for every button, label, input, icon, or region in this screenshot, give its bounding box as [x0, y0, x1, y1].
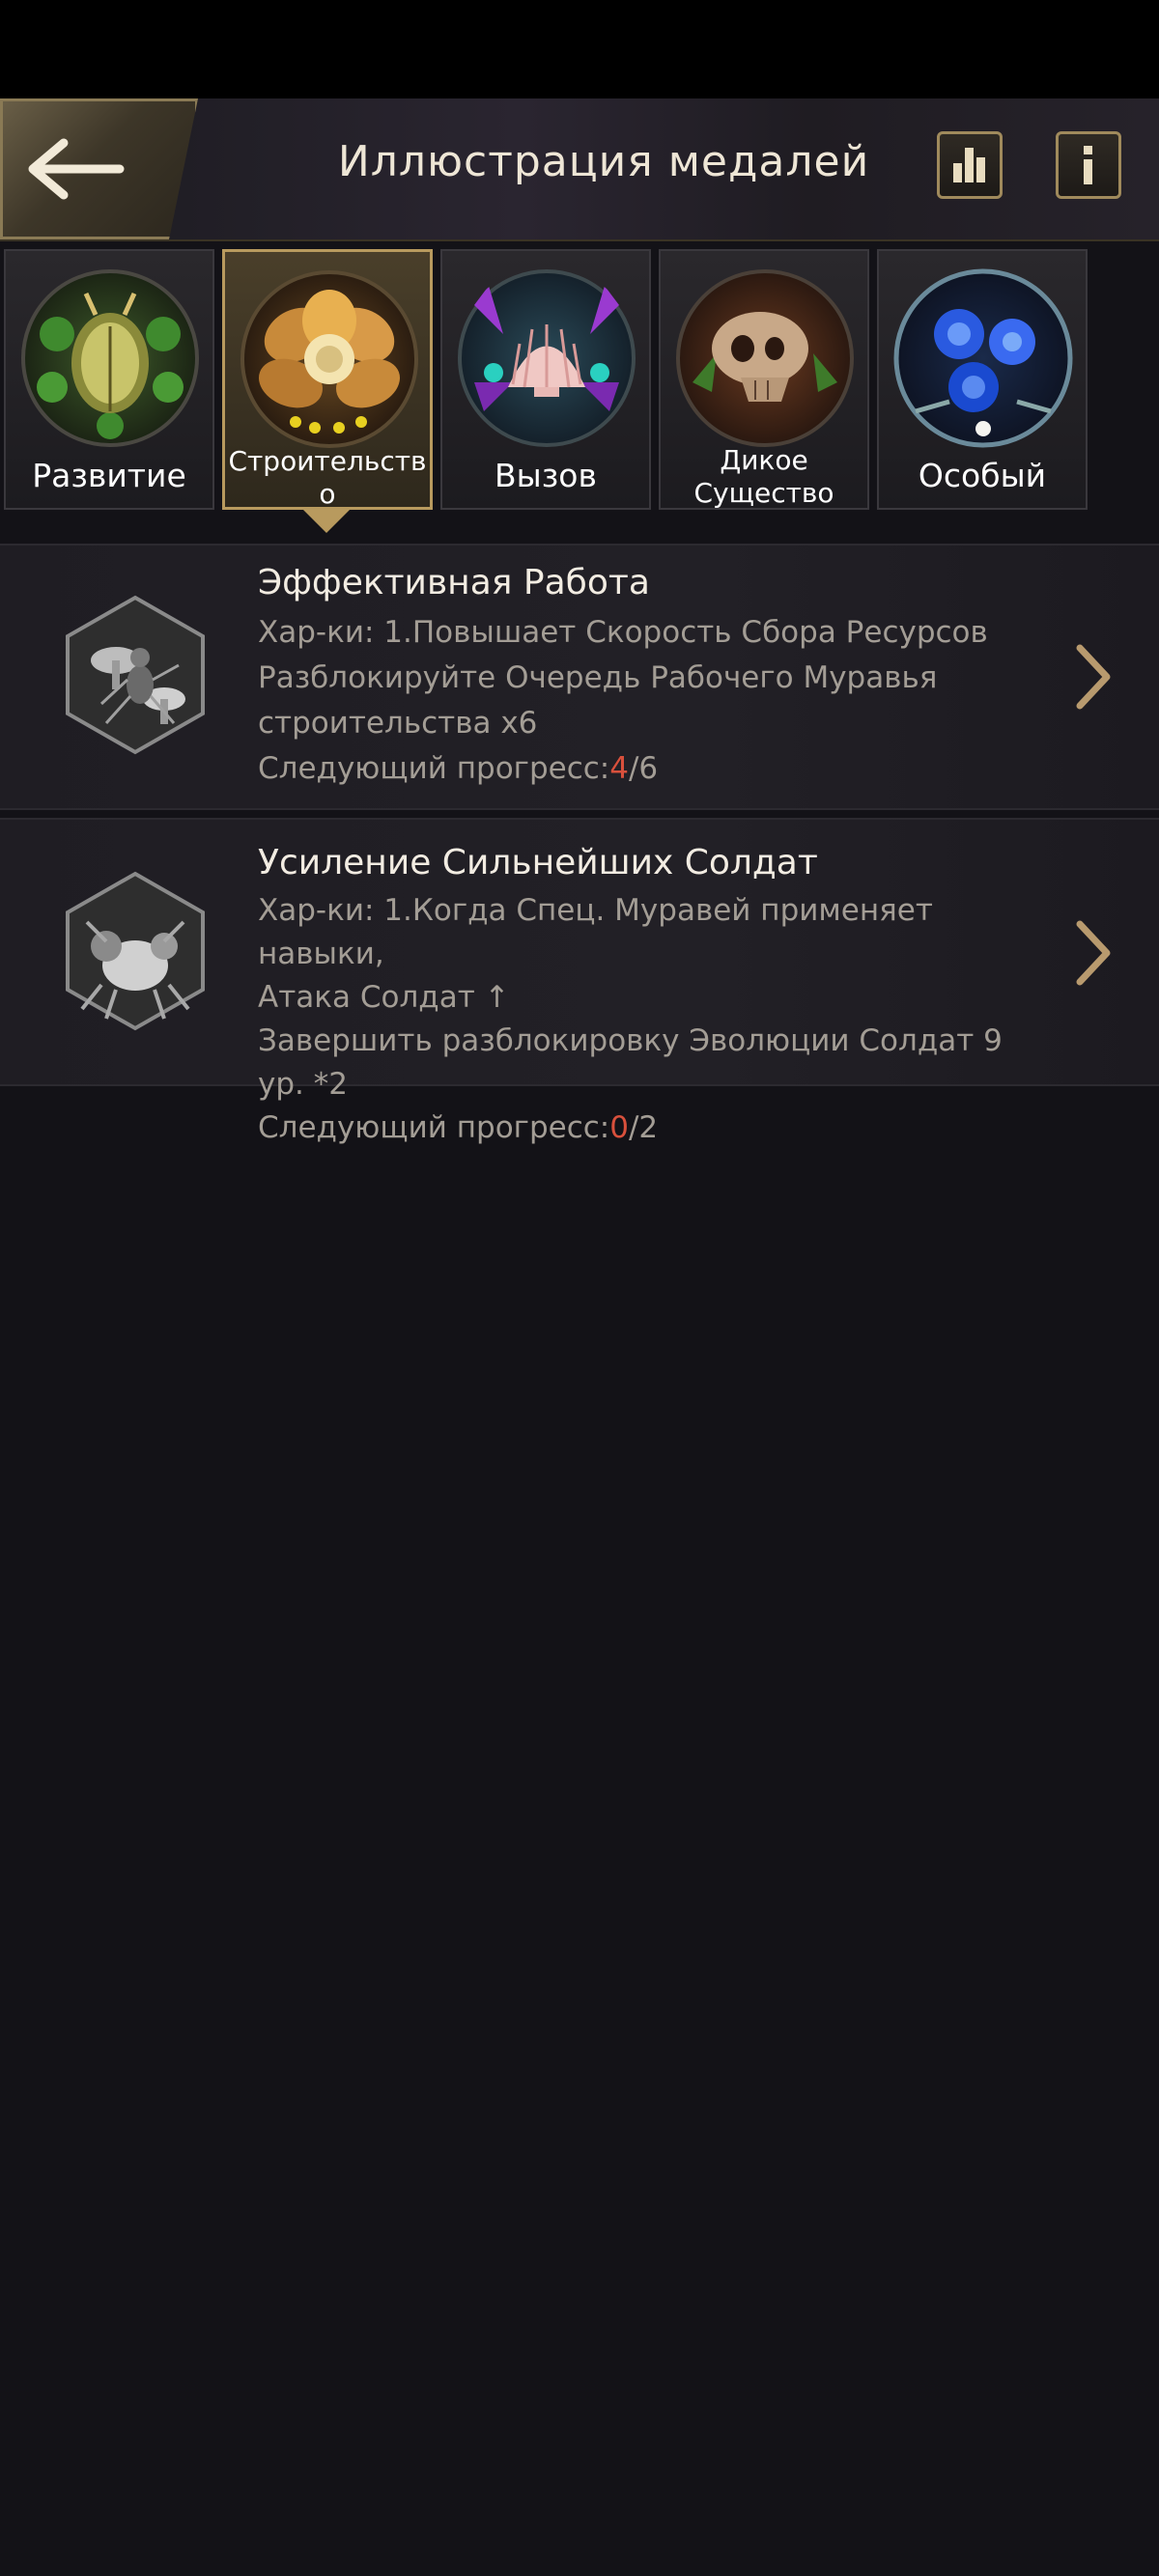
tab-label: Вызов: [495, 457, 597, 494]
progress-line: Следующий прогресс:0/2: [258, 1106, 1031, 1150]
medal-card[interactable]: Эффективная Работа Хар-ки: 1.Повышает Ск…: [0, 544, 1159, 810]
tab-challenge[interactable]: Вызов: [440, 249, 651, 510]
ranking-button[interactable]: [937, 131, 1003, 199]
tab-label-line-1: Строительств: [228, 445, 427, 477]
blue-rose-emblem-icon: [893, 268, 1073, 448]
arrow-left-icon: [28, 138, 125, 200]
golden-flower-emblem-icon: [240, 270, 418, 448]
medal-description: Хар-ки: 1.Когда Спец. Муравей применяет …: [258, 889, 1031, 1150]
status-bar: [0, 0, 1159, 98]
description-line: строительства х6: [258, 706, 538, 741]
tab-label-line-1: Дикое: [720, 444, 808, 476]
bar-chart-icon: [953, 148, 985, 182]
chevron-right-icon[interactable]: [1072, 918, 1115, 988]
progress-current: 0: [609, 1110, 629, 1145]
skull-emblem-icon: [676, 269, 854, 447]
tab-label-line-2: Существо: [693, 477, 834, 509]
tab-wild-creature[interactable]: Дикое Существо: [659, 249, 869, 510]
active-tab-pointer: [301, 508, 352, 533]
chevron-right-icon[interactable]: [1072, 642, 1115, 712]
category-tabs: Развитие Строительств о Вызов Дикое Суще…: [0, 241, 1159, 533]
info-icon: [1084, 146, 1092, 184]
progress-current: 4: [609, 751, 629, 786]
tab-label-line-2: о: [319, 478, 336, 510]
progress-total: /6: [628, 751, 659, 786]
progress-total: /2: [628, 1110, 659, 1145]
tab-label: Особый: [918, 457, 1047, 494]
tab-special[interactable]: Особый: [877, 249, 1088, 510]
soldier-ant-medal-icon: [66, 871, 205, 1031]
header: Иллюстрация медалей: [0, 98, 1159, 241]
tab-development[interactable]: Развитие: [4, 249, 214, 510]
medal-card[interactable]: Усиление Сильнейших Солдат Хар-ки: 1.Ког…: [0, 818, 1159, 1145]
description-line: Хар-ки: 1.Когда Спец. Муравей применяет …: [258, 893, 933, 971]
progress-label: Следующий прогресс:: [258, 1110, 610, 1145]
progress-line: Следующий прогресс:4/6: [258, 746, 1031, 792]
seashell-emblem-icon: [458, 269, 636, 447]
tab-construction[interactable]: Строительств о: [222, 249, 433, 510]
info-button[interactable]: [1056, 131, 1121, 199]
description-line: Хар-ки: 1.Повышает Скорость Сбора Ресурс…: [258, 615, 988, 650]
page-title: Иллюстрация медалей: [337, 137, 870, 186]
tab-label: Развитие: [32, 457, 186, 494]
description-line: Завершить разблокировку Эволюции Солдат …: [258, 1023, 1003, 1102]
description-line: Разблокируйте Очередь Рабочего Муравья: [258, 660, 938, 695]
beetle-clover-emblem-icon: [21, 269, 199, 447]
medal-description: Хар-ки: 1.Повышает Скорость Сбора Ресурс…: [258, 610, 1031, 792]
description-line: Атака Солдат ↑: [258, 980, 510, 1015]
progress-label: Следующий прогресс:: [258, 751, 610, 786]
medal-title: Эффективная Работа: [258, 563, 650, 602]
ant-mushroom-medal-icon: [66, 595, 205, 755]
medal-title: Усиление Сильнейших Солдат: [258, 843, 818, 882]
back-button[interactable]: [0, 98, 198, 239]
